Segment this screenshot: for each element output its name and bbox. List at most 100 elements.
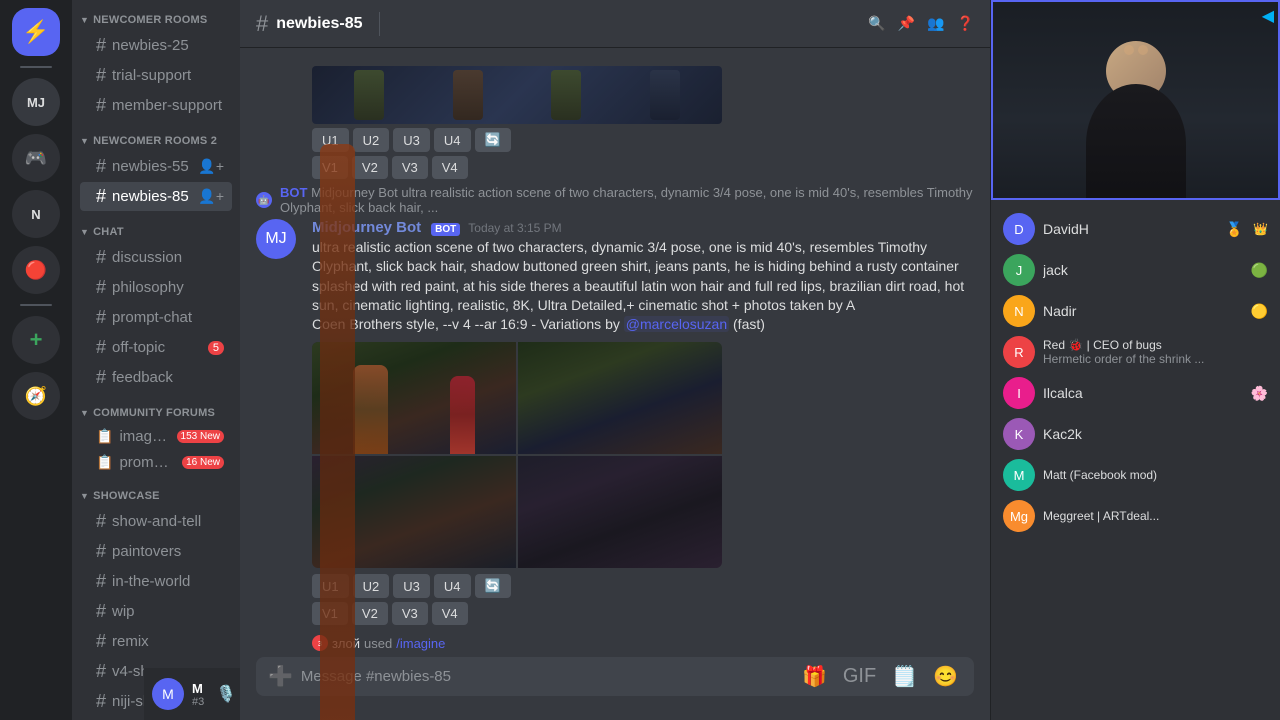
- add-attachment-button[interactable]: ➕: [268, 664, 293, 689]
- banner-char-3: [551, 70, 581, 120]
- channel-item-trial[interactable]: # trial-support: [80, 61, 232, 90]
- banner-u2-button[interactable]: U2: [353, 128, 390, 152]
- banner-u3-button[interactable]: U3: [393, 128, 430, 152]
- channel-item-off-topic[interactable]: # off-topic 5: [80, 333, 232, 362]
- video-feed: ◀: [991, 0, 1280, 200]
- member-name: Matt (Facebook mod): [1043, 468, 1268, 482]
- u3-button[interactable]: U3: [393, 574, 430, 598]
- pin-icon-header[interactable]: 📌: [898, 15, 915, 32]
- section-community-forums[interactable]: ▼ COMMUNITY FORUMS: [72, 393, 240, 423]
- hash-icon: #: [96, 65, 106, 86]
- v4-button[interactable]: V4: [432, 602, 468, 625]
- u2-button[interactable]: U2: [353, 574, 390, 598]
- channel-item-newbies85[interactable]: # newbies-85 👤+: [80, 182, 232, 211]
- emoji-icon[interactable]: 😊: [929, 660, 962, 693]
- list-item[interactable]: R Red 🐞 | CEO of bugs Hermetic order of …: [995, 332, 1276, 372]
- channel-item-prompt-chat[interactable]: # prompt-chat: [80, 303, 232, 332]
- right-panel: ◀ D DavidH 🏅 👑 J jack 🟢: [990, 0, 1280, 720]
- server-icon-add[interactable]: +: [12, 316, 60, 364]
- channel-item-image-jams[interactable]: 📋 image-jams 153 New: [80, 424, 232, 449]
- section-label-showcase: SHOWCASE: [93, 490, 160, 502]
- channel-item-prompt-faqs[interactable]: 📋 prompt-faqs 16 New: [80, 450, 232, 475]
- channel-item-member-support[interactable]: # member-support: [80, 91, 232, 120]
- banner-char-1: [354, 70, 384, 120]
- channel-name-prompt-faqs: prompt-faqs: [119, 454, 176, 471]
- imagine-command: /imagine: [396, 636, 445, 651]
- members-icon-header[interactable]: 👥: [927, 15, 944, 32]
- section-label-community: COMMUNITY FORUMS: [93, 407, 215, 419]
- member-avatar: N: [1003, 295, 1035, 327]
- mention-marcelosuzan[interactable]: @marcelosuzan: [624, 316, 729, 332]
- gift-icon[interactable]: 🎁: [798, 660, 831, 693]
- banner-image: [312, 66, 722, 124]
- channel-item-newbies25[interactable]: # newbies-25: [80, 31, 232, 60]
- image-cell-4[interactable]: [518, 456, 722, 568]
- member-info: Matt (Facebook mod): [1043, 468, 1268, 482]
- channel-item-discussion[interactable]: # discussion: [80, 243, 232, 272]
- list-item[interactable]: I Ilcalca 🌸: [995, 373, 1276, 413]
- message-text: ultra realistic action scene of two char…: [312, 238, 974, 334]
- search-icon-header[interactable]: 🔍: [868, 15, 885, 32]
- sticker-icon[interactable]: 🗒️: [888, 660, 921, 693]
- header-actions: 🔍 📌 👥 ❓: [868, 15, 974, 32]
- channel-name-wip: wip: [112, 603, 135, 620]
- section-newcomer-rooms2[interactable]: ▼ NEWCOMER ROOMS 2: [72, 121, 240, 151]
- channel-item-philosophy[interactable]: # philosophy: [80, 273, 232, 302]
- channel-item-show-and-tell[interactable]: # show-and-tell: [80, 507, 232, 536]
- channel-item-paintovers[interactable]: # paintovers: [80, 537, 232, 566]
- server-icon-discord[interactable]: ⚡: [12, 8, 60, 56]
- hash-icon: #: [96, 661, 106, 682]
- list-item[interactable]: D DavidH 🏅 👑: [995, 209, 1276, 249]
- banner-v3-button[interactable]: V3: [392, 156, 428, 179]
- banner-v2-button[interactable]: V2: [352, 156, 388, 179]
- server-icon-mj[interactable]: MJ: [12, 78, 60, 126]
- server-icon-explore[interactable]: 🧭: [12, 372, 60, 420]
- mute-button[interactable]: 🎙️: [212, 680, 240, 708]
- channel-sidebar: ▼ NEWCOMER ROOMS # newbies-25 # trial-su…: [72, 0, 240, 720]
- banner-v4-button[interactable]: V4: [432, 156, 468, 179]
- bot-name-inline: BOT: [280, 185, 307, 200]
- message-input[interactable]: [301, 657, 798, 696]
- server-icon-n[interactable]: N: [12, 190, 60, 238]
- channel-item-wip[interactable]: # wip: [80, 597, 232, 626]
- server-icon-3[interactable]: 🔴: [12, 246, 60, 294]
- channel-item-in-the-world[interactable]: # in-the-world: [80, 567, 232, 596]
- action-buttons-u: U1 U2 U3 U4 🔄: [312, 574, 974, 598]
- list-item[interactable]: J jack 🟢: [995, 250, 1276, 290]
- user-controls: 🎙️ 🎧 ⚙️: [212, 680, 240, 708]
- section-chat[interactable]: ▼ CHAT: [72, 212, 240, 242]
- list-item[interactable]: K Kac2k: [995, 414, 1276, 454]
- v3-button[interactable]: V3: [392, 602, 428, 625]
- banner-u4-button[interactable]: U4: [434, 128, 471, 152]
- crown-icon: 👑: [1253, 222, 1268, 236]
- list-item[interactable]: Mg Meggreet | ARTdeal...: [995, 496, 1276, 536]
- list-item[interactable]: N Nadir 🟡: [995, 291, 1276, 331]
- discord-logo-icon: ⚡: [22, 19, 49, 45]
- help-icon-header[interactable]: ❓: [957, 15, 974, 32]
- u4-button[interactable]: U4: [434, 574, 471, 598]
- member-info: Red 🐞 | CEO of bugs Hermetic order of th…: [1043, 338, 1268, 366]
- list-item[interactable]: M Matt (Facebook mod): [995, 455, 1276, 495]
- voice-button[interactable]: ◀: [1262, 6, 1274, 26]
- messages-area: U1 U2 U3 U4 🔄 V1 V2 V3 V4 🤖: [240, 48, 990, 657]
- channel-header-name: newbies-85: [276, 15, 362, 33]
- banner-refresh-button[interactable]: 🔄: [475, 128, 511, 152]
- channel-name-off-topic: off-topic: [112, 339, 165, 356]
- channel-header-hash-icon: #: [256, 11, 268, 37]
- channel-item-remix[interactable]: # remix: [80, 627, 232, 656]
- members-list: D DavidH 🏅 👑 J jack 🟢 N Nadir: [991, 200, 1280, 720]
- bot-avatar-letter: MJ: [265, 230, 286, 248]
- add-user-icon: 👤+: [198, 158, 224, 175]
- v2-button[interactable]: V2: [352, 602, 388, 625]
- refresh-button[interactable]: 🔄: [475, 574, 511, 598]
- channel-item-newbies55[interactable]: # newbies-55 👤+: [80, 152, 232, 181]
- section-showcase[interactable]: ▼ SHOWCASE: [72, 476, 240, 506]
- member-name: Kac2k: [1043, 426, 1268, 442]
- image-cell-2[interactable]: [518, 342, 722, 454]
- channel-item-feedback[interactable]: # feedback: [80, 363, 232, 392]
- gif-icon[interactable]: GIF: [839, 661, 880, 692]
- member-badge: 🟢: [1251, 262, 1268, 279]
- server-icon-2[interactable]: 🎮: [12, 134, 60, 182]
- explore-icon: 🧭: [25, 386, 47, 407]
- section-newcomer-rooms[interactable]: ▼ NEWCOMER ROOMS: [72, 0, 240, 30]
